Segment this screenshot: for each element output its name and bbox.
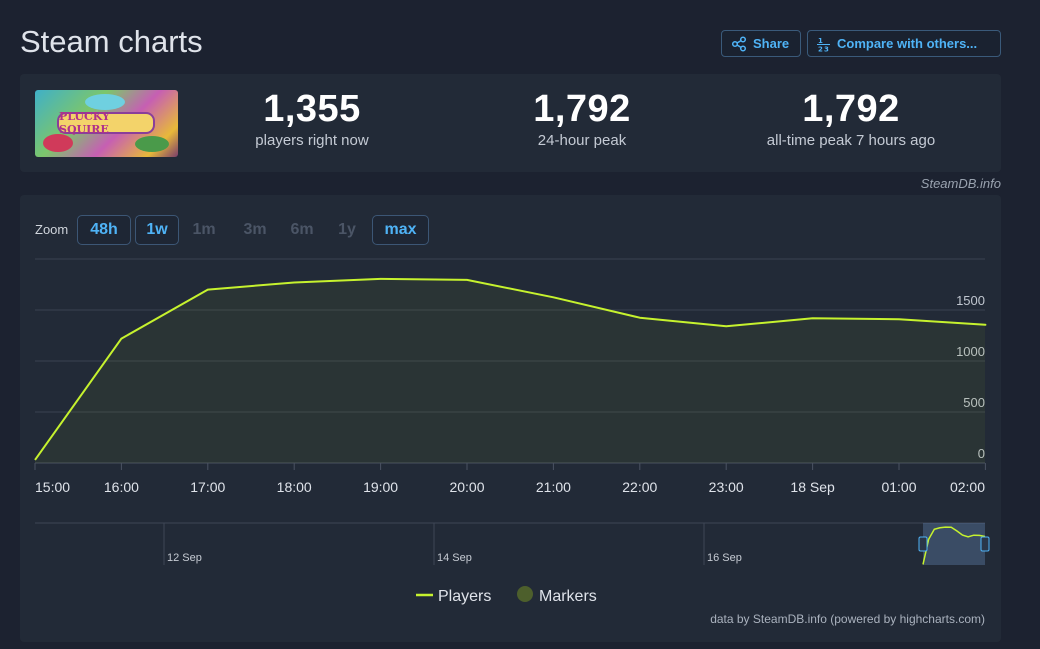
svg-text:3: 3: [824, 45, 829, 52]
share-icon: [731, 35, 747, 52]
svg-text:1: 1: [818, 37, 823, 45]
x-tick-label: 18:00: [277, 479, 312, 495]
x-tick-label: 22:00: [622, 479, 657, 495]
capsule-art-sky: [85, 94, 125, 110]
steamdb-credit-link[interactable]: SteamDB.info: [921, 176, 1001, 191]
navigator-date-label: 16 Sep: [707, 552, 742, 564]
x-tick-label: 19:00: [363, 479, 398, 495]
navigator-left-handle: [918, 536, 928, 552]
players-now-label: players right now: [255, 132, 369, 149]
all-time-peak-label: all-time peak 7 hours ago: [766, 132, 936, 149]
game-capsule-image[interactable]: PLUCKY SQUIRE: [35, 90, 178, 157]
x-tick-label: 20:00: [449, 479, 484, 495]
legend-players-label: Players: [438, 588, 491, 605]
all-time-peak-value: 1,792: [802, 88, 900, 130]
share-button[interactable]: Share: [721, 30, 801, 57]
capsule-art-character: [43, 134, 73, 152]
stat-players-now: 1,355 players right now: [232, 88, 392, 149]
compare-label: Compare with others...: [837, 36, 978, 51]
page-title: Steam charts: [20, 24, 203, 59]
players-now-value: 1,355: [263, 88, 361, 130]
navigator-date-label: 14 Sep: [437, 552, 472, 564]
stats-panel: PLUCKY SQUIRE 1,355 players right now 1,…: [20, 74, 1001, 172]
navigator-right-handle: [980, 536, 990, 552]
svg-text:2: 2: [818, 45, 823, 52]
x-tick-label: 02:00: [950, 479, 985, 495]
player-count-chart[interactable]: 05001000150015:0016:0017:0018:0019:0020:…: [20, 195, 1001, 642]
y-tick-label: 1500: [956, 293, 985, 308]
highcharts-credit[interactable]: data by SteamDB.info (powered by highcha…: [710, 612, 985, 626]
navigator-date-label: 12 Sep: [167, 552, 202, 564]
x-tick-label: 23:00: [709, 479, 744, 495]
x-tick-label: 15:00: [35, 479, 70, 495]
capsule-art-foliage: [135, 136, 169, 152]
legend-markers-swatch: [517, 586, 533, 602]
stat-all-time-peak: 1,792 all-time peak 7 hours ago: [744, 88, 958, 149]
x-tick-label: 01:00: [881, 479, 916, 495]
legend-markers-label: Markers: [539, 588, 597, 605]
peak-24h-label: 24-hour peak: [537, 132, 627, 149]
x-tick-label: 18 Sep: [790, 479, 835, 495]
stat-24h-peak: 1,792 24-hour peak: [500, 88, 664, 149]
x-tick-label: 21:00: [536, 479, 571, 495]
x-tick-label: 17:00: [190, 479, 225, 495]
compare-button[interactable]: 1 2 3 Compare with others...: [807, 30, 1001, 57]
fraction-icon: 1 2 3: [817, 37, 830, 52]
chart-panel: Zoom 48h 1w 1m 3m 6m 1y max 050010001500…: [20, 195, 1001, 642]
share-label: Share: [753, 36, 790, 51]
peak-24h-value: 1,792: [533, 88, 631, 130]
game-logo: PLUCKY SQUIRE: [57, 110, 155, 136]
x-tick-label: 16:00: [104, 479, 139, 495]
